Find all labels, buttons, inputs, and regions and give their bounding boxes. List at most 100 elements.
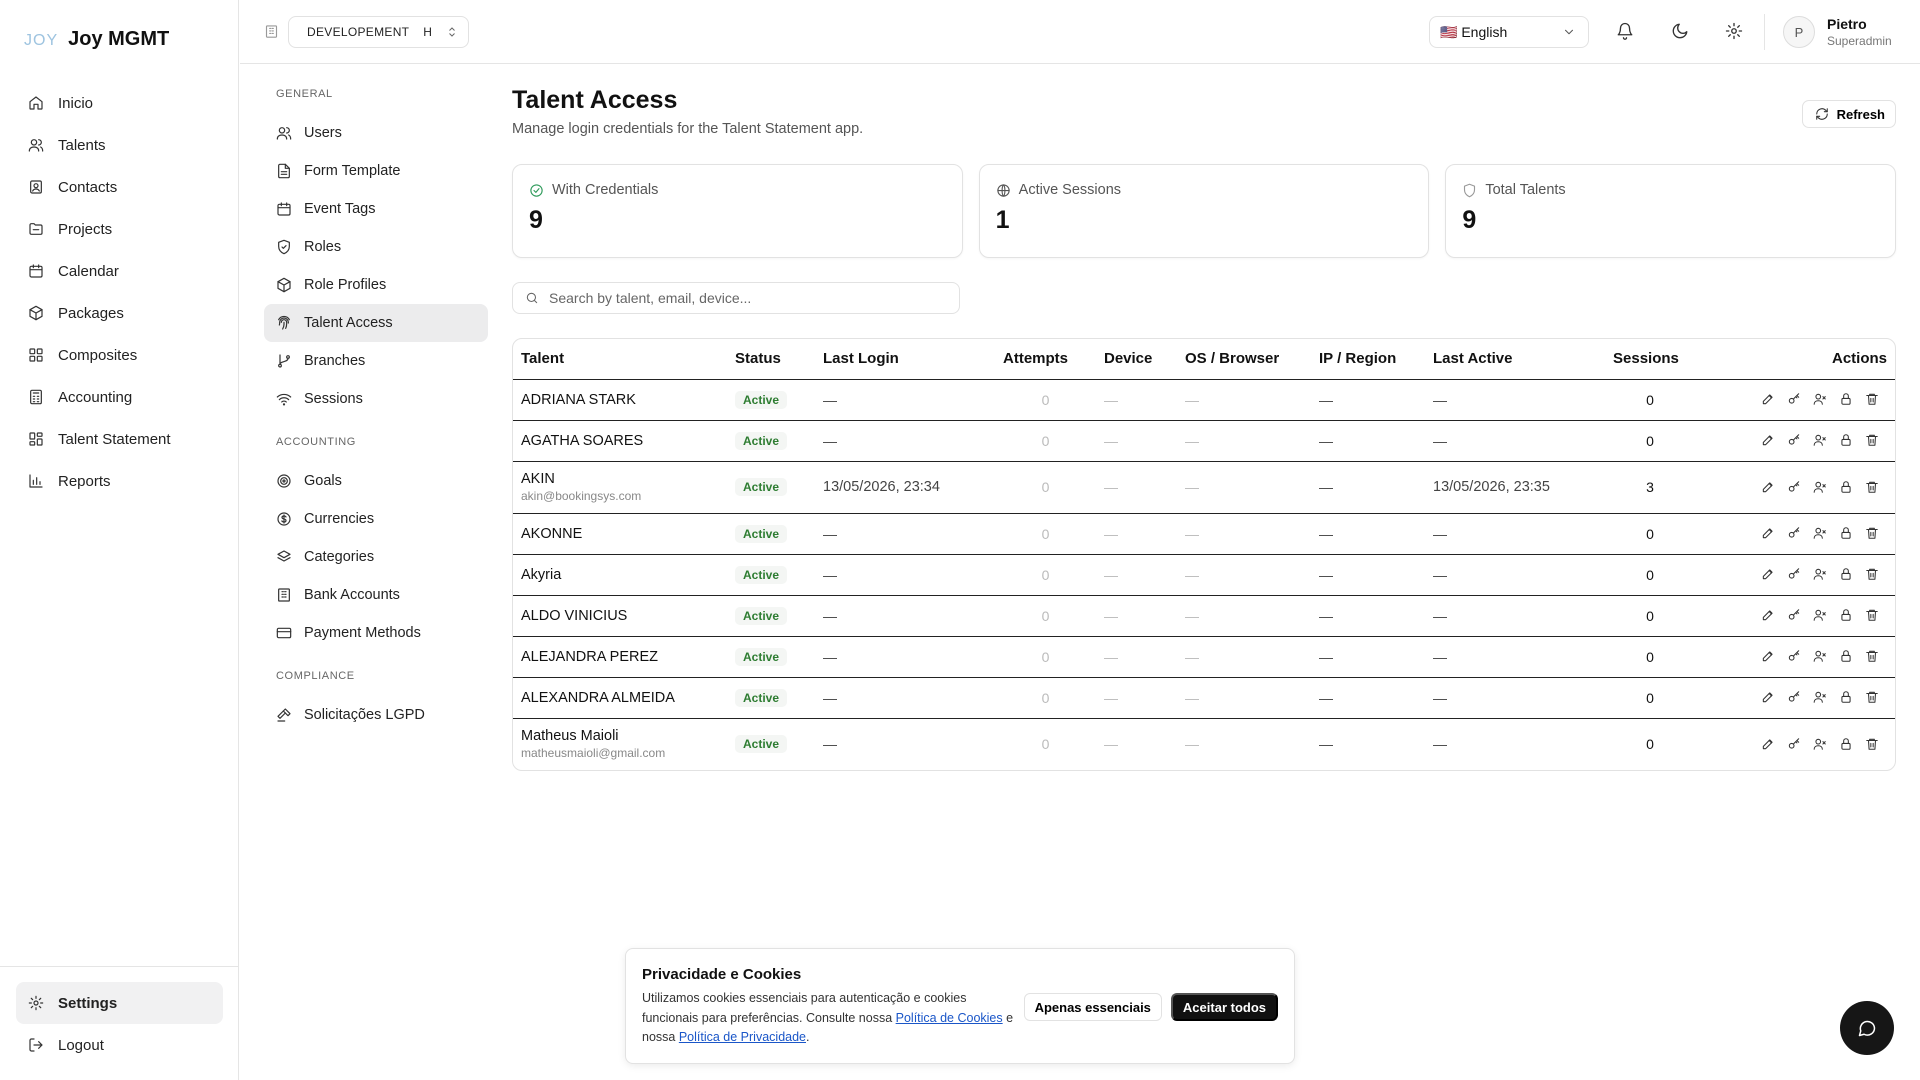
user-x-icon[interactable] bbox=[1813, 480, 1829, 496]
key-icon[interactable] bbox=[1787, 526, 1803, 542]
table-row[interactable]: Akyria Active —0— — — —0 bbox=[513, 554, 1895, 596]
user-menu[interactable]: P Pietro Superadmin bbox=[1783, 16, 1892, 48]
search-field[interactable] bbox=[512, 282, 960, 314]
sidebar-item-contacts[interactable]: Contacts bbox=[16, 166, 223, 208]
edit-icon[interactable] bbox=[1761, 526, 1777, 542]
lock-icon[interactable] bbox=[1839, 567, 1855, 583]
trash-icon[interactable] bbox=[1865, 480, 1881, 496]
subnav-item-role-profiles[interactable]: Role Profiles bbox=[264, 266, 488, 304]
user-x-icon[interactable] bbox=[1813, 433, 1829, 449]
edit-icon[interactable] bbox=[1761, 433, 1777, 449]
edit-icon[interactable] bbox=[1761, 567, 1777, 583]
edit-icon[interactable] bbox=[1761, 737, 1777, 753]
table-row[interactable]: AKIN akin@bookingsys.com Active 13/05/2026,… bbox=[513, 461, 1895, 514]
lock-icon[interactable] bbox=[1839, 526, 1855, 542]
key-icon[interactable] bbox=[1787, 649, 1803, 665]
user-x-icon[interactable] bbox=[1813, 526, 1829, 542]
sidebar-item-composites[interactable]: Composites bbox=[16, 334, 223, 376]
subnav-item-talent-access[interactable]: Talent Access bbox=[264, 304, 488, 342]
sidebar-item-settings[interactable]: Settings bbox=[16, 982, 223, 1024]
column-header-ip-region[interactable]: IP / Region bbox=[1311, 339, 1425, 380]
edit-icon[interactable] bbox=[1761, 649, 1777, 665]
sidebar-item-accounting[interactable]: Accounting bbox=[16, 376, 223, 418]
key-icon[interactable] bbox=[1787, 608, 1803, 624]
column-header-talent[interactable]: Talent bbox=[513, 339, 727, 380]
sidebar-item-talent-statement[interactable]: Talent Statement bbox=[16, 418, 223, 460]
key-icon[interactable] bbox=[1787, 567, 1803, 583]
language-select[interactable]: 🇺🇸 English bbox=[1429, 16, 1589, 48]
table-row[interactable]: ADRIANA STARK Active —0— — — —0 bbox=[513, 379, 1895, 421]
gear-icon[interactable] bbox=[1725, 22, 1743, 40]
sidebar-item-packages[interactable]: Packages bbox=[16, 292, 223, 334]
key-icon[interactable] bbox=[1787, 392, 1803, 408]
trash-icon[interactable] bbox=[1865, 567, 1881, 583]
key-icon[interactable] bbox=[1787, 480, 1803, 496]
sidebar-item-talents[interactable]: Talents bbox=[16, 124, 223, 166]
user-x-icon[interactable] bbox=[1813, 608, 1829, 624]
lock-icon[interactable] bbox=[1839, 690, 1855, 706]
trash-icon[interactable] bbox=[1865, 649, 1881, 665]
column-header-attempts[interactable]: Attempts bbox=[995, 339, 1096, 380]
chat-button[interactable] bbox=[1840, 1001, 1894, 1055]
subnav-item-lgpd[interactable]: Solicitações LGPD bbox=[264, 696, 488, 734]
lock-icon[interactable] bbox=[1839, 480, 1855, 496]
subnav-item-categories[interactable]: Categories bbox=[264, 538, 488, 576]
lock-icon[interactable] bbox=[1839, 433, 1855, 449]
key-icon[interactable] bbox=[1787, 690, 1803, 706]
sidebar-item-logout[interactable]: Logout bbox=[16, 1024, 223, 1066]
sidebar-item-projects[interactable]: Projects bbox=[16, 208, 223, 250]
column-header-last-active[interactable]: Last Active bbox=[1425, 339, 1605, 380]
moon-icon[interactable] bbox=[1671, 22, 1689, 40]
trash-icon[interactable] bbox=[1865, 433, 1881, 449]
edit-icon[interactable] bbox=[1761, 480, 1777, 496]
table-row[interactable]: AKONNE Active —0— — — —0 bbox=[513, 513, 1895, 555]
column-header-device[interactable]: Device bbox=[1096, 339, 1177, 380]
lock-icon[interactable] bbox=[1839, 392, 1855, 408]
user-x-icon[interactable] bbox=[1813, 649, 1829, 665]
subnav-item-bank-accounts[interactable]: Bank Accounts bbox=[264, 576, 488, 614]
key-icon[interactable] bbox=[1787, 433, 1803, 449]
cookie-policy-link[interactable]: Política de Cookies bbox=[896, 1011, 1003, 1025]
bell-icon[interactable] bbox=[1616, 22, 1634, 40]
edit-icon[interactable] bbox=[1761, 690, 1777, 706]
key-icon[interactable] bbox=[1787, 737, 1803, 753]
edit-icon[interactable] bbox=[1761, 392, 1777, 408]
trash-icon[interactable] bbox=[1865, 690, 1881, 706]
sidebar-item-reports[interactable]: Reports bbox=[16, 460, 223, 502]
table-row[interactable]: ALDO VINICIUS Active —0— — — —0 bbox=[513, 595, 1895, 637]
user-x-icon[interactable] bbox=[1813, 737, 1829, 753]
subnav-item-roles[interactable]: Roles bbox=[264, 228, 488, 266]
subnav-item-payment-methods[interactable]: Payment Methods bbox=[264, 614, 488, 652]
edit-icon[interactable] bbox=[1761, 608, 1777, 624]
sidebar-item-calendar[interactable]: Calendar bbox=[16, 250, 223, 292]
search-input[interactable] bbox=[549, 290, 949, 306]
user-x-icon[interactable] bbox=[1813, 690, 1829, 706]
trash-icon[interactable] bbox=[1865, 608, 1881, 624]
subnav-item-form-template[interactable]: Form Template bbox=[264, 152, 488, 190]
subnav-item-branches[interactable]: Branches bbox=[264, 342, 488, 380]
lock-icon[interactable] bbox=[1839, 649, 1855, 665]
table-row[interactable]: ALEJANDRA PEREZ Active —0— — — —0 bbox=[513, 636, 1895, 678]
privacy-policy-link[interactable]: Política de Privacidade bbox=[679, 1030, 806, 1044]
table-row[interactable]: AGATHA SOARES Active —0— — — —0 bbox=[513, 420, 1895, 462]
trash-icon[interactable] bbox=[1865, 737, 1881, 753]
subnav-item-event-tags[interactable]: Event Tags bbox=[264, 190, 488, 228]
subnav-item-sessions[interactable]: Sessions bbox=[264, 380, 488, 418]
user-x-icon[interactable] bbox=[1813, 567, 1829, 583]
trash-icon[interactable] bbox=[1865, 392, 1881, 408]
sidebar-item-inicio[interactable]: Inicio bbox=[16, 82, 223, 124]
table-row[interactable]: ALEXANDRA ALMEIDA Active —0— — — —0 bbox=[513, 677, 1895, 719]
refresh-button[interactable]: Refresh bbox=[1801, 100, 1896, 128]
column-header-last-login[interactable]: Last Login bbox=[815, 339, 995, 380]
subnav-item-users[interactable]: Users bbox=[264, 114, 488, 152]
accept-all-button[interactable]: Aceitar todos bbox=[1170, 993, 1278, 1021]
subnav-item-goals[interactable]: Goals bbox=[264, 462, 488, 500]
trash-icon[interactable] bbox=[1865, 526, 1881, 542]
column-header-sessions[interactable]: Sessions bbox=[1605, 339, 1695, 380]
column-header-os-browser[interactable]: OS / Browser bbox=[1177, 339, 1311, 380]
subnav-item-currencies[interactable]: Currencies bbox=[264, 500, 488, 538]
essential-only-button[interactable]: Apenas essenciais bbox=[1023, 993, 1162, 1021]
lock-icon[interactable] bbox=[1839, 737, 1855, 753]
table-row[interactable]: Matheus Maioli matheusmaioli@gmail.com Act… bbox=[513, 718, 1895, 770]
column-header-status[interactable]: Status bbox=[727, 339, 815, 380]
